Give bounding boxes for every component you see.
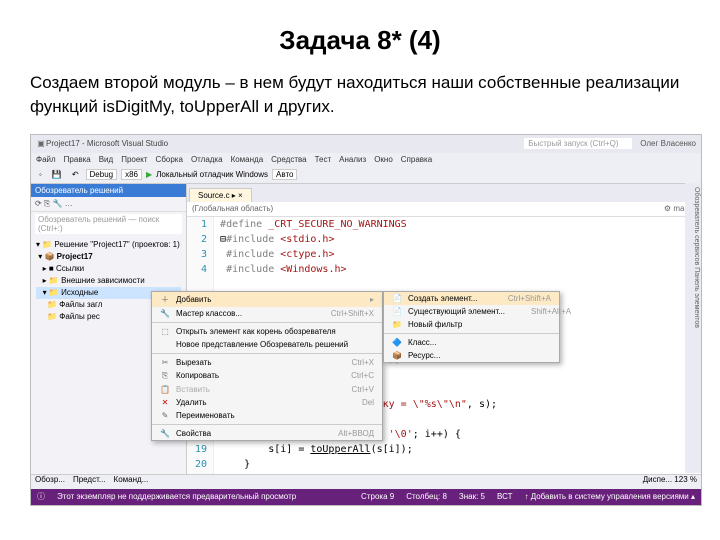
nav-back-icon[interactable]: ◦ bbox=[36, 169, 45, 180]
tab-team[interactable]: Команд... bbox=[114, 475, 149, 489]
submenu-new-item[interactable]: 📄Создать элемент...Ctrl+Shift+A bbox=[384, 292, 559, 305]
new-item-icon: 📄 bbox=[392, 294, 402, 303]
tree-ext[interactable]: ▸ 📁 Внешние зависимости bbox=[36, 275, 181, 287]
menu-open-root[interactable]: ⬚Открыть элемент как корень обозревателя bbox=[152, 325, 382, 338]
menu-test[interactable]: Тест bbox=[315, 155, 332, 164]
nav-scope[interactable]: (Глобальная область) bbox=[192, 204, 273, 213]
scope-icon: ⬚ bbox=[160, 327, 170, 336]
context-menu: ＋Добавить▸ 🔧Мастер классов...Ctrl+Shift+… bbox=[151, 291, 383, 441]
undo-icon[interactable]: ↶ bbox=[69, 169, 82, 180]
explorer-search[interactable]: Обозреватель решений — поиск (Ctrl+:) bbox=[35, 214, 182, 234]
menu-rename[interactable]: ✎Переименовать bbox=[152, 409, 382, 422]
window-title: Project17 - Microsoft Visual Studio bbox=[46, 139, 168, 148]
props-icon: 🔧 bbox=[160, 429, 170, 438]
explorer-title: Обозреватель решений bbox=[31, 184, 186, 197]
submenu-new-filter[interactable]: 📁Новый фильтр bbox=[384, 318, 559, 331]
slide-description: Создаем второй модуль – в нем будут нахо… bbox=[30, 71, 690, 119]
cut-icon: ✂ bbox=[160, 358, 170, 367]
tree-solution[interactable]: ▾ 📁 Решение "Project17" (проектов: 1) bbox=[36, 239, 181, 251]
menu-add[interactable]: ＋Добавить▸ bbox=[152, 292, 382, 307]
rename-icon: ✎ bbox=[160, 411, 170, 420]
editor-tab[interactable]: Source.c ▸ × bbox=[189, 188, 252, 202]
tab-view[interactable]: Предст... bbox=[73, 475, 106, 489]
copy-icon: ⎘ bbox=[160, 371, 170, 381]
side-panel-tabs[interactable]: Обозреватель сервисов Панель элементов bbox=[685, 183, 701, 473]
submenu-existing-item[interactable]: 📄Существующий элемент...Shift+Alt+A bbox=[384, 305, 559, 318]
ide-screenshot: ▣ Project17 - Microsoft Visual Studio Бы… bbox=[30, 134, 702, 506]
tab-explorer[interactable]: Обозр... bbox=[35, 475, 65, 489]
toolbar: ◦ 💾 ↶ Debug x86 ▶ Локальный отладчик Win… bbox=[31, 167, 701, 184]
vs-icon: ▣ bbox=[36, 139, 46, 148]
wizard-icon: 🔧 bbox=[160, 309, 170, 318]
menu-view[interactable]: Вид bbox=[99, 155, 113, 164]
resource-icon: 📦 bbox=[392, 351, 402, 360]
filter-icon: 📁 bbox=[392, 320, 402, 329]
add-icon: ＋ bbox=[160, 294, 170, 305]
menu-help[interactable]: Справка bbox=[401, 155, 432, 164]
status-line: Строка 9 bbox=[361, 492, 394, 501]
user-badge[interactable]: Олег Власенко bbox=[640, 139, 696, 148]
quick-launch-input[interactable]: Быстрый запуск (Ctrl+Q) bbox=[524, 138, 632, 149]
auto-select[interactable]: Авто bbox=[272, 169, 297, 180]
status-vcs[interactable]: ↑ Добавить в систему управления версиями… bbox=[524, 492, 695, 501]
menu-window[interactable]: Окно bbox=[374, 155, 393, 164]
existing-icon: 📄 bbox=[392, 307, 402, 316]
zoom-label[interactable]: Диспе... 123 % bbox=[643, 475, 697, 489]
menu-file[interactable]: Файл bbox=[36, 155, 56, 164]
tree-project[interactable]: ▾ 📦 Project17 bbox=[36, 251, 181, 263]
menu-project[interactable]: Проект bbox=[121, 155, 147, 164]
tree-refs[interactable]: ▸ ■ Ссылки bbox=[36, 263, 181, 275]
status-ins: ВСТ bbox=[497, 492, 512, 501]
add-submenu: 📄Создать элемент...Ctrl+Shift+A 📄Существ… bbox=[383, 291, 560, 363]
menu-delete[interactable]: ✕УдалитьDel bbox=[152, 396, 382, 409]
class-icon: 🔷 bbox=[392, 338, 402, 347]
save-icon[interactable]: 💾 bbox=[49, 169, 65, 180]
status-col: Столбец: 8 bbox=[406, 492, 447, 501]
submenu-resource[interactable]: 📦Ресурс... bbox=[384, 349, 559, 362]
window-titlebar: ▣ Project17 - Microsoft Visual Studio Бы… bbox=[31, 135, 701, 153]
menu-tools[interactable]: Средства bbox=[271, 155, 306, 164]
status-char: Знак: 5 bbox=[459, 492, 485, 501]
delete-icon: ✕ bbox=[160, 398, 170, 407]
status-bar: ⓘ Этот экземпляр не поддерживается предв… bbox=[31, 489, 701, 505]
menu-team[interactable]: Команда bbox=[231, 155, 264, 164]
menu-cut[interactable]: ✂ВырезатьCtrl+X bbox=[152, 356, 382, 369]
menu-paste[interactable]: 📋ВставитьCtrl+V bbox=[152, 383, 382, 396]
config-select[interactable]: Debug bbox=[86, 169, 118, 180]
menu-new-view[interactable]: Новое представление Обозреватель решений bbox=[152, 338, 382, 351]
menu-properties[interactable]: 🔧СвойстваAlt+ВВОД bbox=[152, 427, 382, 440]
menu-copy[interactable]: ⎘КопироватьCtrl+C bbox=[152, 369, 382, 383]
run-label[interactable]: Локальный отладчик Windows bbox=[156, 170, 268, 179]
slide-title: Задача 8* (4) bbox=[30, 25, 690, 56]
run-icon[interactable]: ▶ bbox=[146, 170, 152, 179]
menu-analyze[interactable]: Анализ bbox=[339, 155, 366, 164]
platform-select[interactable]: x86 bbox=[121, 169, 142, 180]
status-info-icon: ⓘ bbox=[37, 491, 45, 502]
menu-edit[interactable]: Правка bbox=[64, 155, 91, 164]
menu-bar: Файл Правка Вид Проект Сборка Отладка Ко… bbox=[31, 153, 701, 167]
menu-build[interactable]: Сборка bbox=[156, 155, 183, 164]
explorer-toolbar[interactable]: ⟳ ⎘ 🔧 … bbox=[31, 197, 186, 212]
bottom-tabs: Обозр... Предст... Команд... Диспе... 12… bbox=[31, 474, 701, 489]
submenu-class[interactable]: 🔷Класс... bbox=[384, 336, 559, 349]
status-message: Этот экземпляр не поддерживается предвар… bbox=[57, 492, 296, 501]
paste-icon: 📋 bbox=[160, 385, 170, 394]
menu-debug[interactable]: Отладка bbox=[191, 155, 223, 164]
menu-class-wizard[interactable]: 🔧Мастер классов...Ctrl+Shift+X bbox=[152, 307, 382, 320]
